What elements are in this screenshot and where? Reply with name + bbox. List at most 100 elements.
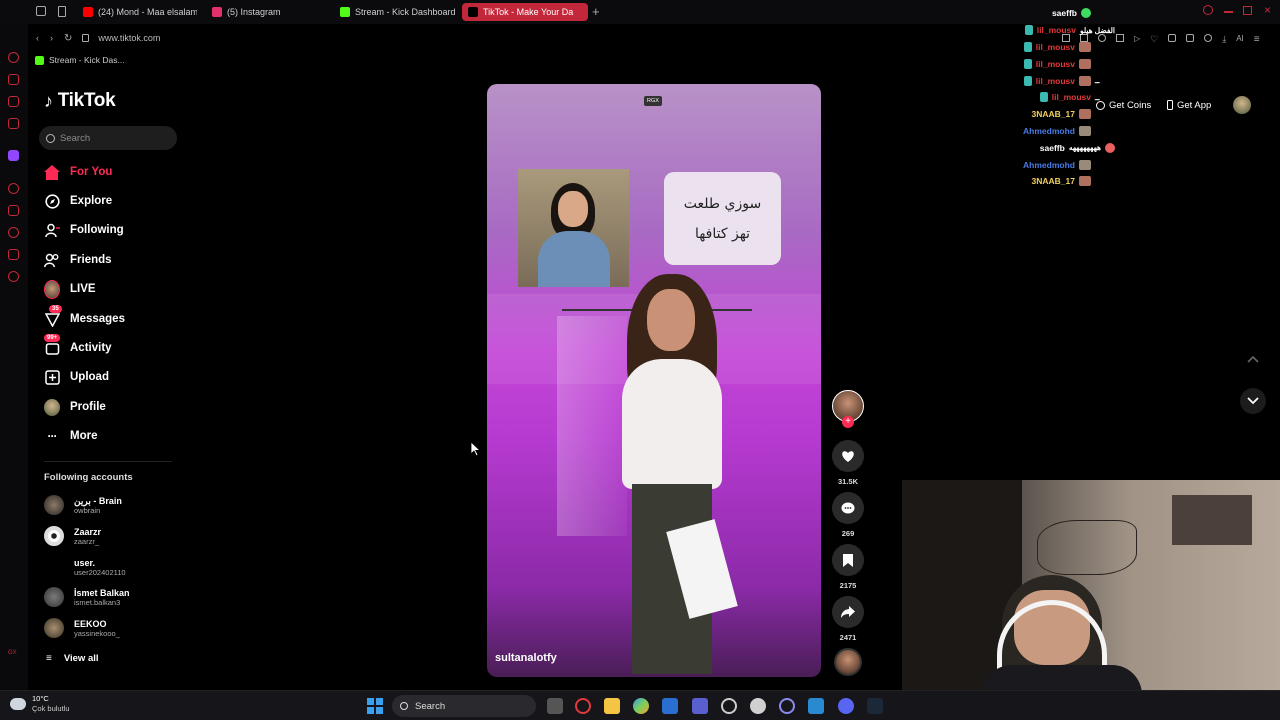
nav-profile[interactable]: Profile: [44, 396, 106, 418]
chat-message: 3NAAB_17: [985, 173, 1115, 190]
nav-friends[interactable]: Friends: [44, 249, 112, 271]
chat-message: 3NAAB_17: [985, 106, 1115, 123]
cloud-icon: [10, 698, 26, 710]
copilot-icon[interactable]: [633, 698, 649, 714]
minimize-button[interactable]: [1224, 11, 1233, 13]
live-icon: [44, 279, 60, 299]
following-account[interactable]: برين - Brain owbrain: [44, 495, 122, 515]
bookmark-kick[interactable]: Stream - Kick Das...: [49, 55, 125, 65]
start-button[interactable]: [367, 698, 383, 714]
speed-dial-icon[interactable]: [8, 52, 19, 63]
gmail-icon[interactable]: [8, 118, 19, 129]
sidebar-app-icon[interactable]: [8, 96, 19, 107]
creator-avatar-button[interactable]: +: [832, 390, 864, 428]
search-input[interactable]: Search: [39, 126, 177, 150]
face: [647, 289, 695, 351]
nav-more[interactable]: ··· More: [44, 425, 98, 447]
play-icon[interactable]: ▷: [1134, 34, 1140, 45]
ai-icon[interactable]: AI: [1236, 34, 1244, 45]
translate-icon[interactable]: [1116, 34, 1124, 42]
nav-upload[interactable]: Upload: [44, 366, 109, 388]
tab-tiktok[interactable]: TikTok - Make Your Da: [462, 3, 588, 21]
close-button[interactable]: ×: [1264, 3, 1271, 17]
instagram-icon: [212, 7, 222, 17]
following-account[interactable]: user. user202402110: [44, 557, 126, 577]
nav-explore[interactable]: Explore: [44, 190, 112, 212]
next-video-button[interactable]: [1240, 388, 1266, 414]
new-tab-button[interactable]: +: [592, 4, 600, 19]
video-caption: سوزي طلعت تهز كتافها: [664, 172, 781, 265]
save-button[interactable]: 2175: [832, 544, 864, 590]
extensions-icon[interactable]: [8, 249, 19, 260]
following-accounts-title: Following accounts: [44, 472, 133, 483]
file-explorer-icon[interactable]: [604, 698, 620, 714]
menu-icon[interactable]: ≡: [1254, 34, 1260, 45]
previous-video-button[interactable]: [1240, 346, 1266, 372]
search-icon: [400, 702, 408, 710]
sidebar-app-icon[interactable]: [8, 74, 19, 85]
player-icon[interactable]: [8, 183, 19, 194]
following-icon: [44, 222, 60, 238]
nav-messages[interactable]: 35 Messages: [44, 305, 125, 330]
comment-button[interactable]: 269: [832, 492, 864, 538]
forward-icon[interactable]: ›: [50, 33, 53, 43]
twitch-icon[interactable]: [8, 150, 19, 161]
bookmarks-icon[interactable]: [8, 205, 19, 216]
video-username[interactable]: sultanalotfy: [495, 652, 557, 664]
wallet-icon[interactable]: [1186, 34, 1195, 42]
activity-icon: 99+: [44, 334, 61, 356]
taskbar-search[interactable]: Search: [392, 695, 536, 717]
badge-icon: [1023, 41, 1032, 52]
follow-plus-icon[interactable]: +: [842, 416, 854, 428]
nav-for-you[interactable]: For You: [44, 161, 112, 183]
history-icon[interactable]: [8, 227, 19, 238]
heart-icon[interactable]: ♡: [1150, 34, 1158, 45]
download-icon[interactable]: ⤓: [1222, 34, 1226, 45]
tab-menu-icon[interactable]: [36, 6, 46, 16]
get-app-button[interactable]: Get App: [1167, 96, 1211, 114]
settings-icon[interactable]: [8, 271, 19, 282]
task-view-icon[interactable]: [547, 698, 563, 714]
teams-icon[interactable]: [692, 698, 708, 714]
app-icon[interactable]: [779, 698, 795, 714]
tab-kick[interactable]: Stream - Kick Dashboard: [334, 3, 456, 21]
url-field[interactable]: www.tiktok.com: [98, 33, 160, 43]
nav-live[interactable]: LIVE: [44, 278, 96, 300]
music-icon[interactable]: [750, 698, 766, 714]
page-icon[interactable]: [58, 6, 66, 17]
nav-following[interactable]: Following: [44, 219, 124, 241]
following-account[interactable]: İsmet Balkan ismet.balkan3: [44, 587, 130, 607]
avatar: [44, 557, 64, 577]
bookmarks-bar: Stream - Kick Das...: [28, 52, 125, 68]
account-icon[interactable]: [1204, 34, 1213, 42]
discord-icon[interactable]: [838, 698, 854, 714]
view-all-button[interactable]: ≡ View all: [46, 653, 99, 664]
vscode-icon[interactable]: [808, 698, 824, 714]
settings-icon[interactable]: [721, 698, 737, 714]
opera-gx-icon[interactable]: [575, 698, 591, 714]
music-disc-button[interactable]: [832, 648, 864, 676]
tiktok-icon: [468, 7, 478, 17]
maximize-button[interactable]: [1243, 6, 1252, 15]
nav-activity[interactable]: 99+ Activity: [44, 334, 112, 359]
tab-instagram[interactable]: (5) Instagram: [206, 3, 326, 21]
search-tabs-icon[interactable]: [1203, 5, 1213, 15]
messages-icon: 35: [44, 305, 62, 327]
reload-icon[interactable]: ↻: [64, 33, 72, 44]
video-player[interactable]: RGX سوزي طلعت تهز كتافها sultanalotfy: [487, 84, 821, 677]
following-account[interactable]: Zaarzr zaarzr_: [44, 526, 101, 546]
tab-youtube[interactable]: (24) Mond - Maa elsalama: [77, 3, 197, 21]
steam-icon[interactable]: [867, 698, 883, 714]
tiktok-logo[interactable]: ♪ TikTok: [44, 90, 116, 112]
lock-icon[interactable]: [82, 34, 90, 42]
like-button[interactable]: 31.5K: [832, 440, 864, 486]
share-button[interactable]: 2471: [832, 596, 864, 642]
emote-icon: [1079, 75, 1091, 86]
gx-icon[interactable]: GX: [8, 650, 17, 661]
following-account[interactable]: EEKOO yassinekooo_: [44, 618, 120, 638]
user-avatar[interactable]: [1233, 96, 1251, 114]
extensions-icon[interactable]: [1168, 34, 1177, 42]
back-icon[interactable]: ‹: [36, 33, 39, 43]
store-icon[interactable]: [662, 698, 678, 714]
weather-widget[interactable]: 10°C Çok bulutlu: [10, 694, 70, 714]
